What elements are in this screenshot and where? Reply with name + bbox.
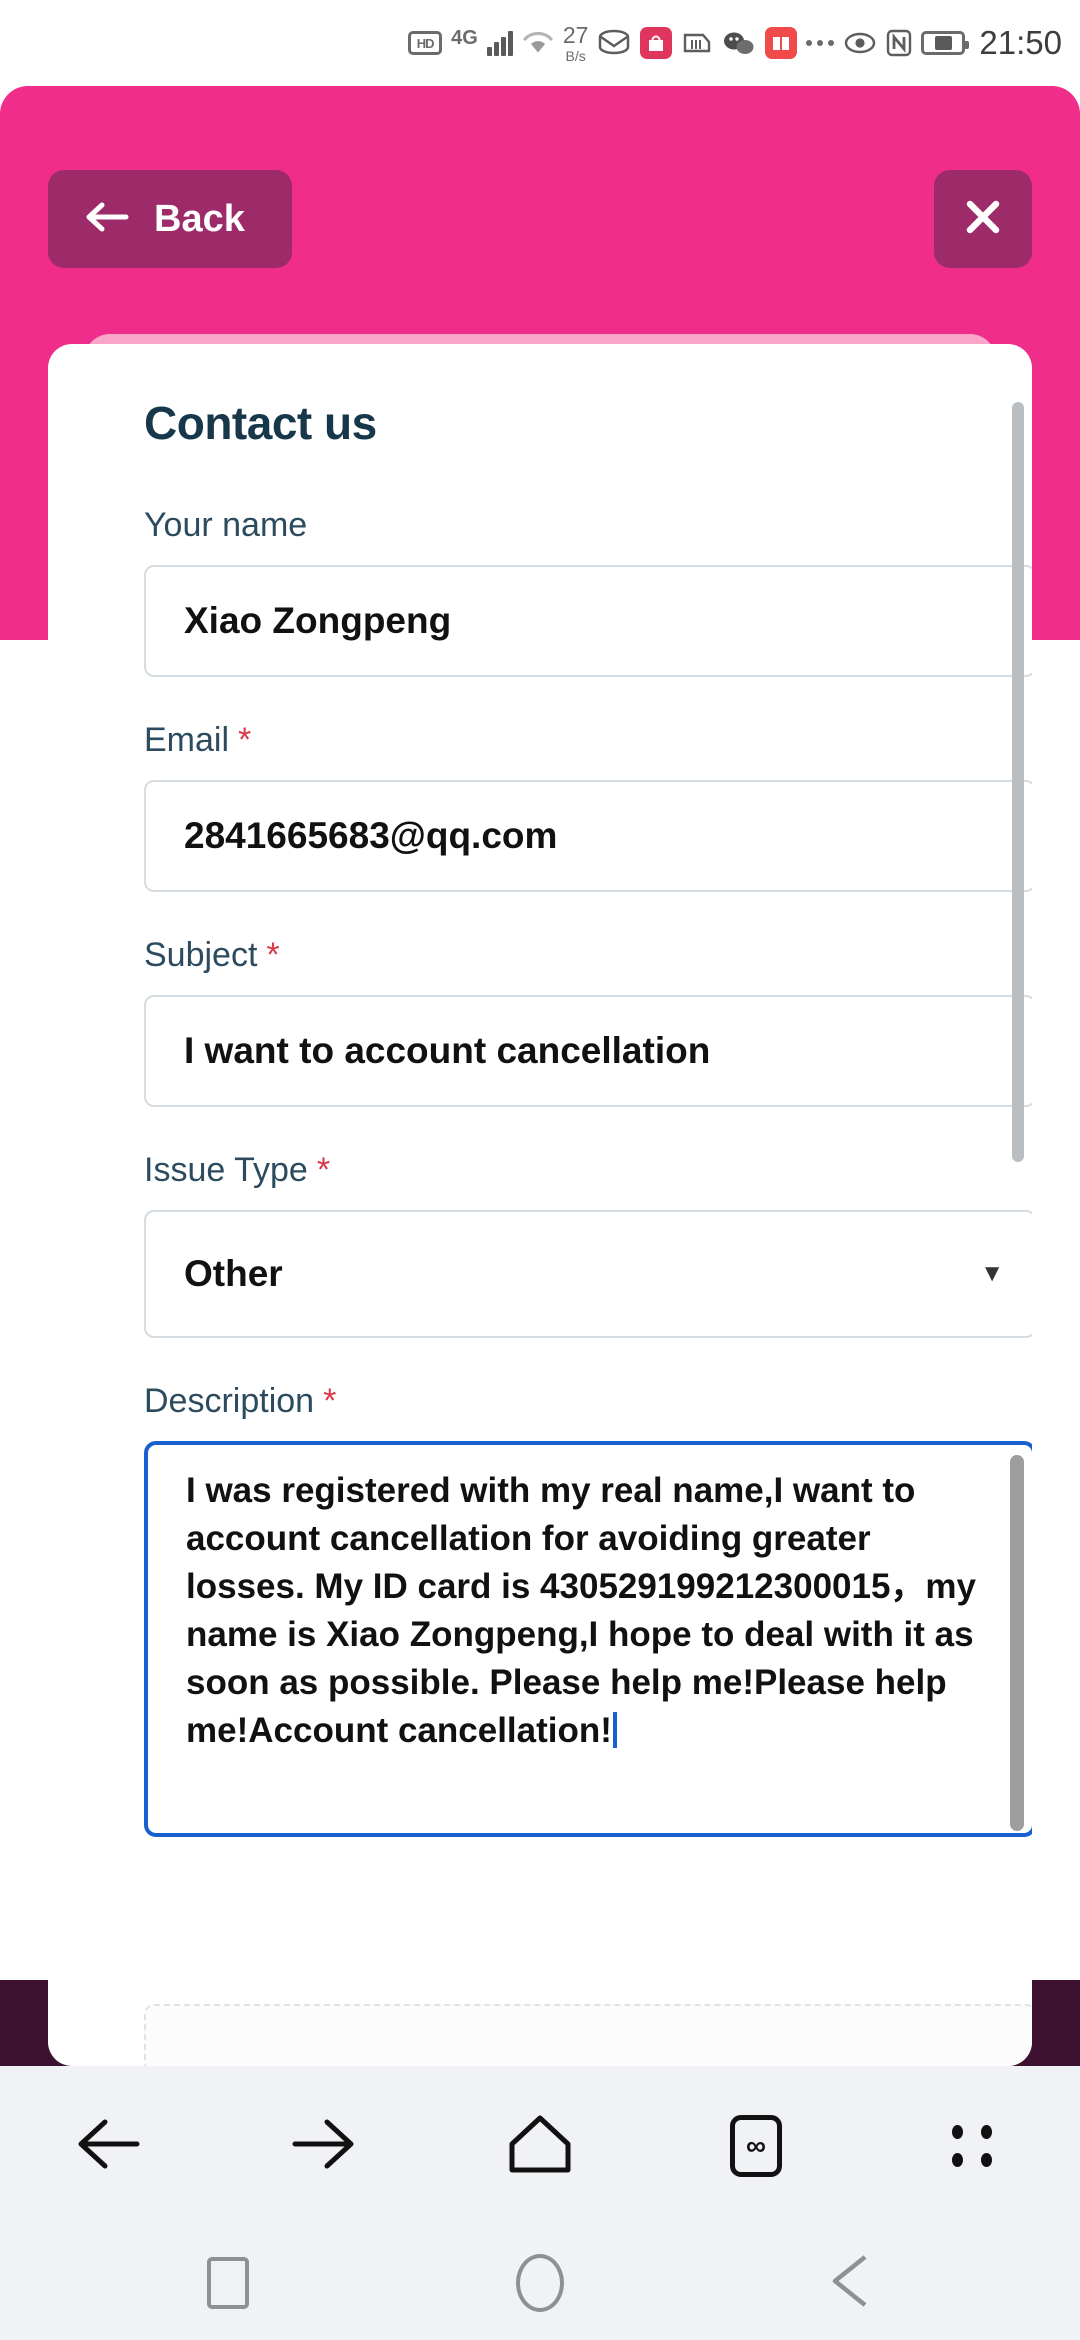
label-text: Email [144, 721, 230, 759]
browser-back-button[interactable] [48, 2086, 168, 2206]
system-home-button[interactable] [480, 2223, 600, 2340]
textarea-scrollbar[interactable] [1010, 1455, 1024, 1831]
wifi-icon [522, 30, 554, 56]
description-textarea[interactable]: I was registered with my real name,I wan… [144, 1441, 1032, 1837]
more-icons [806, 40, 835, 46]
status-clock: 21:50 [979, 24, 1062, 61]
field-label-issue-type: Issue Type * [144, 1151, 1032, 1190]
field-description: Description * I was registered with my r… [144, 1382, 1032, 1837]
email-input[interactable]: 2841665683@qq.com [144, 780, 1032, 892]
back-button-label: Back [154, 197, 245, 240]
system-nav-bar [0, 2226, 1080, 2340]
net-speed-unit: B/s [565, 47, 586, 64]
arrow-right-icon [289, 2113, 359, 2180]
subject-input[interactable]: I want to account cancellation [144, 995, 1032, 1107]
system-back-button[interactable] [792, 2223, 912, 2340]
phone-screen: HD 4G 27 B/s 21:50 Back Contact us Your … [0, 0, 1080, 2340]
field-label-description: Description * [144, 1382, 1032, 1421]
label-text: Your name [144, 506, 308, 544]
status-bar: HD 4G 27 B/s 21:50 [0, 0, 1080, 86]
field-label-email: Email * [144, 721, 1032, 760]
circle-icon [516, 2254, 564, 2312]
shop-icon [640, 27, 673, 59]
home-icon [506, 2112, 574, 2181]
issue-type-select[interactable]: Other ▼ [144, 1210, 1032, 1338]
back-button[interactable]: Back [48, 170, 292, 268]
triangle-back-icon [827, 2252, 877, 2315]
hd-icon: HD [408, 31, 443, 55]
next-field-stub [144, 2004, 1032, 2066]
description-text: I was registered with my real name,I wan… [186, 1471, 986, 1750]
label-text: Subject [144, 936, 258, 974]
nfc-icon [886, 29, 912, 57]
net-speed-icon: 27 B/s [562, 21, 589, 64]
tabs-infinity-icon: ∞ [730, 2115, 782, 2177]
your-name-input[interactable]: Xiao Zongpeng [144, 565, 1032, 677]
square-icon [207, 2257, 249, 2309]
browser-menu-button[interactable] [912, 2086, 1032, 2206]
label-text: Description [144, 1382, 315, 1420]
required-asterisk: * [323, 1382, 337, 1420]
contact-form-card: Contact us Your name Xiao Zongpeng Email… [48, 344, 1032, 2066]
required-asterisk: * [316, 1151, 331, 1189]
chevron-down-icon: ▼ [980, 1260, 1004, 1287]
field-email: Email * 2841665683@qq.com [144, 721, 1032, 892]
field-label-subject: Subject * [144, 936, 1032, 975]
arrow-left-icon [84, 199, 130, 240]
menu-dots-icon [952, 2125, 992, 2167]
browser-tabs-button[interactable]: ∞ [696, 2086, 816, 2206]
browser-home-button[interactable] [480, 2086, 600, 2206]
required-asterisk: * [238, 721, 252, 759]
arrow-left-icon [73, 2113, 143, 2180]
field-label-your-name: Your name [144, 506, 1032, 545]
field-subject: Subject * I want to account cancellation [144, 936, 1032, 1107]
required-asterisk: * [266, 936, 280, 974]
page-title: Contact us [144, 397, 377, 449]
close-button[interactable] [934, 170, 1032, 268]
bank-icon [681, 29, 713, 57]
page-scrollbar[interactable] [1012, 402, 1024, 1162]
battery-icon [921, 31, 970, 55]
signal-bars-icon [486, 30, 513, 56]
browser-forward-button[interactable] [264, 2086, 384, 2206]
field-your-name: Your name Xiao Zongpeng [144, 506, 1032, 677]
eye-icon [843, 31, 877, 55]
issue-type-value: Other [184, 1253, 283, 1294]
text-cursor [612, 1712, 617, 1748]
wechat-icon [722, 30, 756, 56]
browser-nav-bar: ∞ [0, 2066, 1080, 2226]
close-icon [960, 194, 1006, 245]
net-speed-value: 27 [562, 21, 589, 48]
signal-4g-icon: 4G [451, 27, 478, 49]
field-issue-type: Issue Type * Other ▼ [144, 1151, 1032, 1338]
system-recents-button[interactable] [168, 2223, 288, 2340]
xiaohongshu-icon [765, 27, 798, 59]
mail-icon [597, 29, 631, 57]
label-text: Issue Type [144, 1151, 308, 1189]
